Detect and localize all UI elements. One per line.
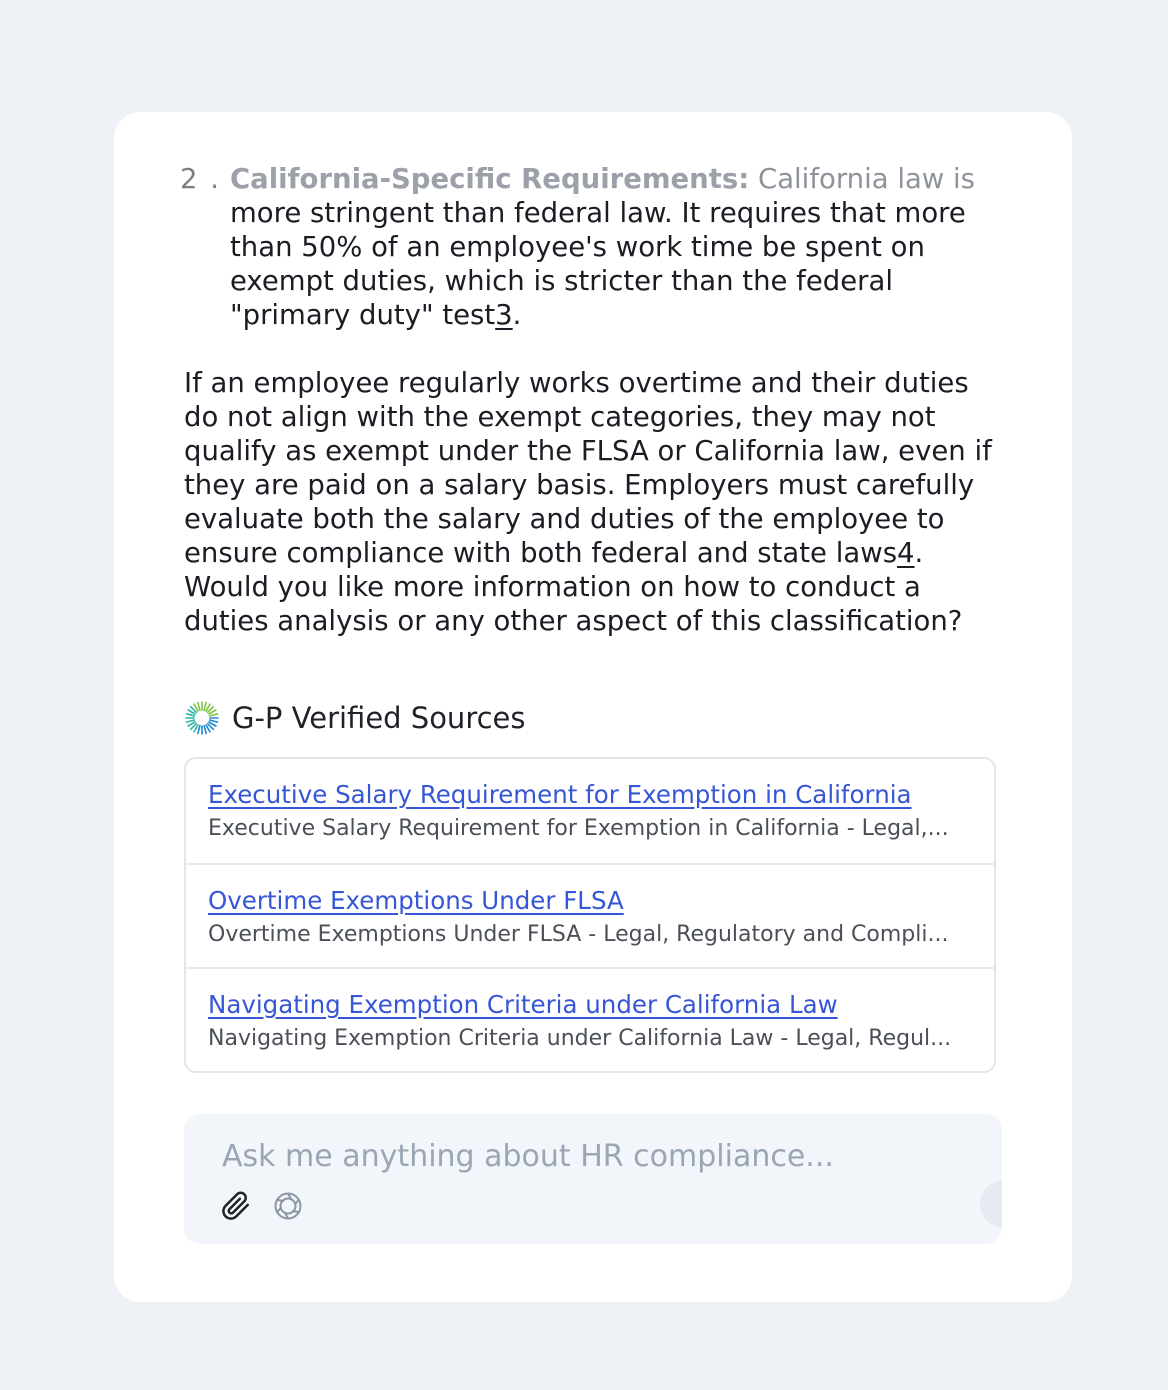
send-button[interactable] xyxy=(980,1180,1002,1228)
paragraph-text: If an employee regularly works overtime … xyxy=(184,367,992,569)
source-item[interactable]: Overtime Exemptions Under FLSA Overtime … xyxy=(186,863,994,967)
list-item: 2 . California-Specific Requirements: Ca… xyxy=(180,162,1004,332)
source-link[interactable]: Navigating Exemption Criteria under Cali… xyxy=(208,989,972,1021)
chat-input[interactable] xyxy=(222,1134,962,1178)
list-item-first-line: California law is xyxy=(749,163,976,195)
citation-link-4[interactable]: 4 xyxy=(897,537,915,569)
sources-header: G-P Verified Sources xyxy=(184,696,526,740)
source-link[interactable]: Overtime Exemptions Under FLSA xyxy=(208,885,972,917)
chat-composer xyxy=(184,1114,1002,1244)
paperclip-icon[interactable] xyxy=(218,1188,254,1224)
source-description: Navigating Exemption Criteria under Cali… xyxy=(208,1026,952,1051)
answer-content: 2 . California-Specific Requirements: Ca… xyxy=(180,162,1004,638)
source-description: Executive Salary Requirement for Exempti… xyxy=(208,816,949,841)
list-number: 2 . xyxy=(180,163,221,195)
burst-logo-icon xyxy=(184,700,220,736)
aperture-icon[interactable] xyxy=(270,1188,306,1224)
source-link[interactable]: Executive Salary Requirement for Exempti… xyxy=(208,779,972,811)
citation-link-3[interactable]: 3 xyxy=(495,299,513,331)
sources-list: Executive Salary Requirement for Exempti… xyxy=(184,757,996,1073)
list-item-lead: California-Specific Requirements: xyxy=(230,163,750,195)
chat-card: 2 . California-Specific Requirements: Ca… xyxy=(114,112,1072,1302)
source-description: Overtime Exemptions Under FLSA - Legal, … xyxy=(208,922,949,947)
sources-title: G-P Verified Sources xyxy=(232,701,526,735)
source-item[interactable]: Navigating Exemption Criteria under Cali… xyxy=(186,967,994,1071)
list-item-end: . xyxy=(512,299,522,331)
source-item[interactable]: Executive Salary Requirement for Exempti… xyxy=(186,759,994,863)
list-item-body: more stringent than federal law. It requ… xyxy=(230,197,966,331)
answer-paragraph: If an employee regularly works overtime … xyxy=(184,366,1004,638)
